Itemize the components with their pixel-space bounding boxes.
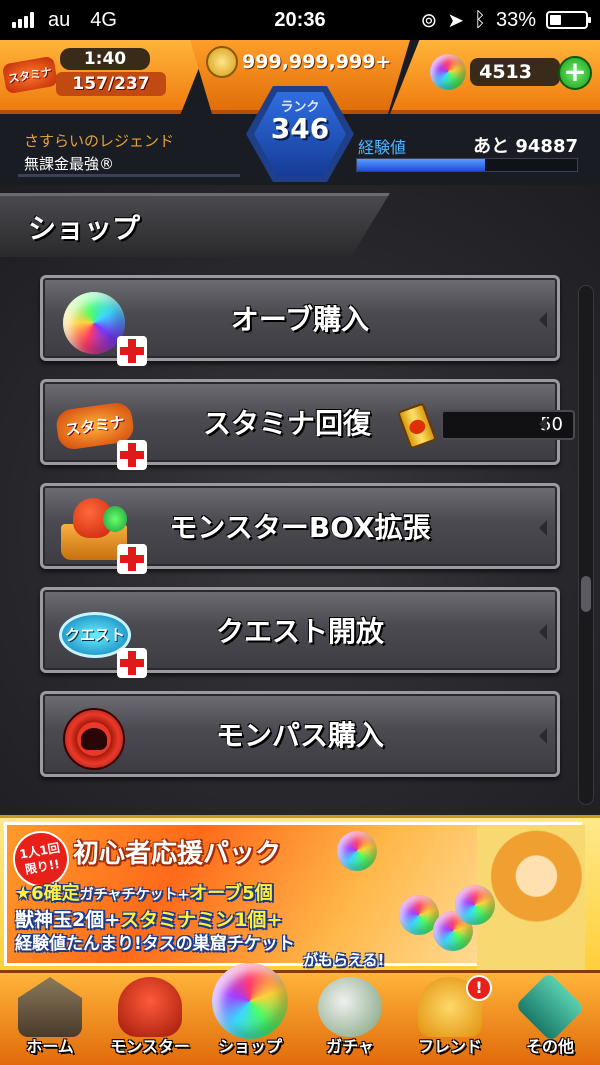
- scroll-thumb[interactable]: [581, 576, 591, 612]
- orb-purchase-button[interactable]: オーブ購入: [40, 275, 560, 366]
- gacha-egg-icon: [318, 977, 382, 1037]
- home-icon: [18, 977, 82, 1037]
- rank-value: 346: [270, 112, 330, 145]
- orb-icon: [430, 54, 466, 90]
- nav-shop[interactable]: ショップ: [200, 963, 300, 1065]
- orb-icon: [455, 885, 495, 925]
- location-icon: ➤: [447, 9, 464, 32]
- nav-friend[interactable]: ! フレンド: [400, 973, 500, 1065]
- orb-icon: [337, 831, 377, 871]
- banner-line-3: 経験値たんまり!タスの巣窟チケット: [15, 934, 295, 954]
- player-title: さすらいのレジェンド: [24, 132, 175, 150]
- add-orbs-button[interactable]: +: [558, 56, 592, 90]
- exp-remaining: あと 94887: [473, 136, 578, 157]
- nav-label: その他: [525, 1037, 574, 1056]
- shop-screen: ショップ オーブ購入 スタミナ スタミナ回復 50 モンスターBOX拡張 クエス…: [0, 185, 600, 815]
- status-bar: au 4G 20:36 ⊚ ➤ ᛒ 33%: [0, 0, 600, 40]
- nav-label: ショップ: [217, 1037, 282, 1056]
- orb-count: 4513: [470, 58, 560, 86]
- monster-icon: [118, 977, 182, 1037]
- chevron-left-icon: [539, 624, 547, 640]
- menu-label: モンスターBOX拡張: [169, 511, 431, 544]
- chevron-left-icon: [539, 728, 547, 744]
- nav-label: ホーム: [26, 1037, 74, 1056]
- notification-badge: !: [466, 975, 492, 1001]
- shop-orb-icon: [212, 963, 288, 1039]
- stamina-timer: 1:40: [60, 48, 150, 70]
- scrollbar[interactable]: [578, 285, 594, 805]
- coin-icon: [206, 46, 238, 78]
- monpass-purchase-button[interactable]: モンパス購入: [40, 691, 560, 777]
- chevron-left-icon: [539, 416, 547, 432]
- banner-line-1: ★6確定ガチャチケット+オーブ5個: [15, 883, 273, 904]
- menu-label: クエスト開放: [215, 615, 384, 648]
- nav-home[interactable]: ホーム: [0, 973, 100, 1065]
- stamina-count: 157/237: [56, 72, 166, 96]
- nav-label: モンスター: [110, 1037, 190, 1056]
- player-name: 無課金最強®: [24, 155, 115, 173]
- page-title: ショップ: [28, 212, 141, 245]
- nav-label: フレンド: [417, 1037, 482, 1056]
- chevron-left-icon: [539, 520, 547, 536]
- battery-percent: 33%: [495, 8, 536, 31]
- stamina-item-count: 50: [441, 410, 575, 440]
- chevron-left-icon: [539, 312, 547, 328]
- battery-icon: [546, 11, 591, 29]
- nav-gacha[interactable]: ガチャ: [300, 973, 400, 1065]
- quest-unlock-button[interactable]: クエスト クエスト開放: [40, 587, 560, 678]
- rotation-lock-icon: ⊚: [420, 9, 438, 32]
- nav-other[interactable]: その他: [500, 971, 600, 1065]
- coin-value: 999,999,999+: [242, 51, 392, 73]
- nav-label: ガチャ: [326, 1037, 374, 1056]
- exp-label: 経験値: [358, 138, 407, 157]
- banner-line-4: がもらえる!: [303, 951, 385, 969]
- stamina-recover-button[interactable]: スタミナ スタミナ回復 50: [40, 379, 575, 470]
- exp-progress-bar: [356, 158, 578, 172]
- monster-box-expand-button[interactable]: モンスターBOX拡張: [40, 483, 560, 574]
- menu-label: オーブ購入: [230, 303, 370, 336]
- player-header: スタミナ 1:40 157/237 999,999,999+ 4513 + ラン…: [0, 40, 600, 185]
- menu-label: モンパス購入: [215, 719, 384, 752]
- starter-pack-banner[interactable]: 1人1回限り!! 初心者応援パック ★6確定ガチャチケット+オーブ5個 獣神玉2…: [0, 815, 600, 970]
- nav-monster[interactable]: モンスター: [100, 973, 200, 1065]
- bluetooth-icon: ᛒ: [473, 8, 486, 31]
- banner-title: 初心者応援パック: [73, 839, 282, 869]
- other-icon: [514, 971, 586, 1043]
- banner-line-2: 獣神玉2個+スタミナミン1個+: [15, 909, 283, 931]
- bottom-nav: ホーム モンスター ショップ ガチャ ! フレンド その他: [0, 963, 600, 1065]
